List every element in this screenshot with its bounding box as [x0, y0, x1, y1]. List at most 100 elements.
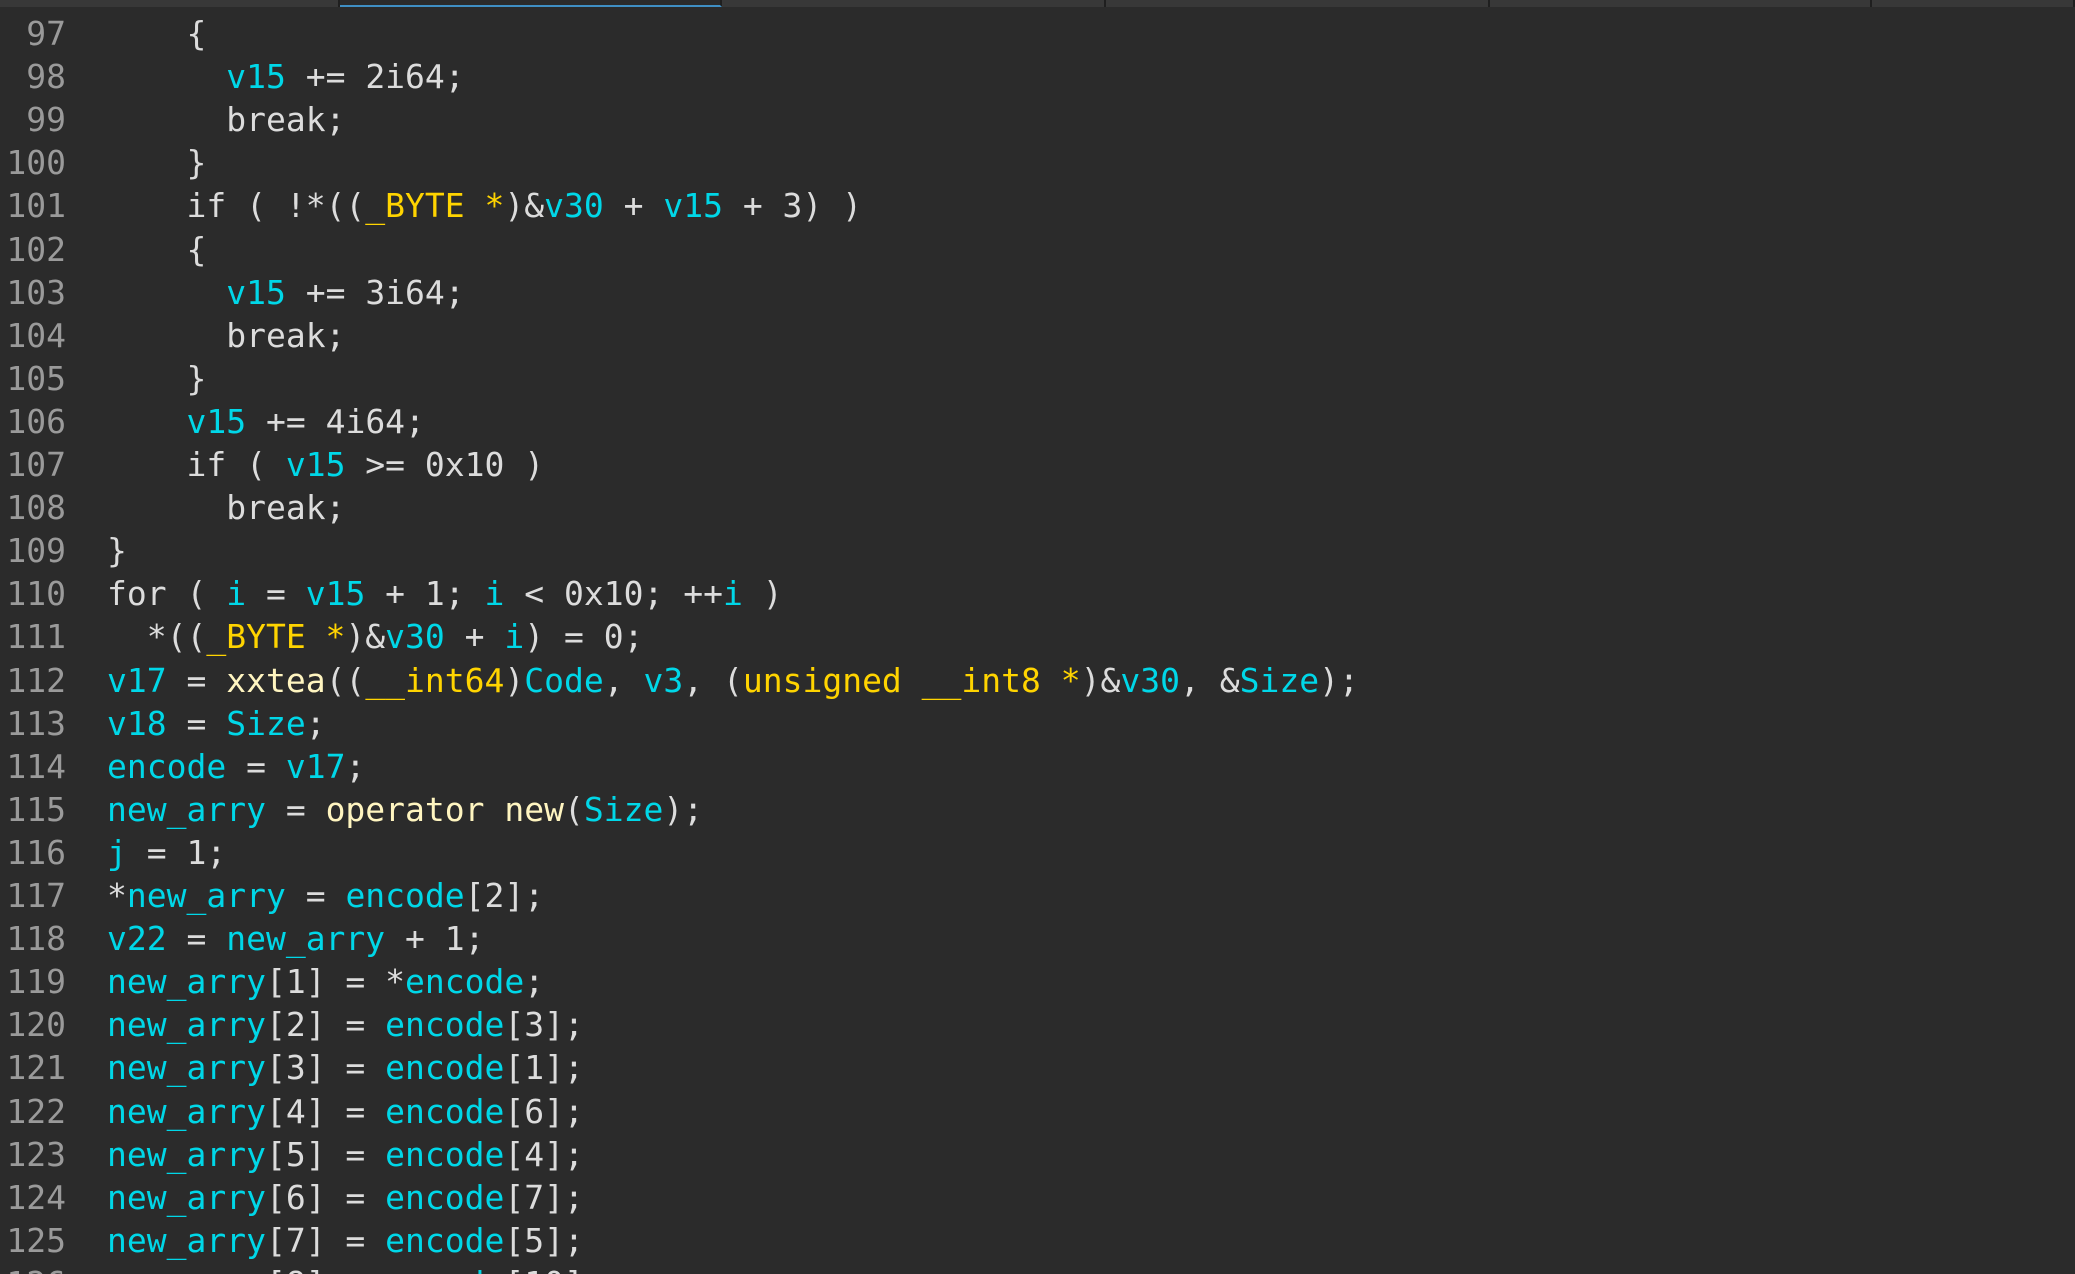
code-line[interactable]: 120 new_arry[2] = encode[3]; — [0, 1003, 2075, 1046]
identifier-token[interactable]: new_arry — [107, 1264, 266, 1274]
identifier-token[interactable]: v17 — [107, 661, 167, 700]
code-text: { — [107, 228, 206, 271]
code-line[interactable]: 109} — [0, 529, 2075, 572]
identifier-token[interactable]: Size — [1240, 661, 1319, 700]
identifier-token[interactable]: v18 — [107, 704, 167, 743]
code-token: + 3) ) — [722, 186, 863, 226]
code-line[interactable]: 104 break; — [0, 314, 2075, 357]
line-number: 109 — [6, 531, 66, 571]
identifier-token[interactable]: new_arry — [107, 1135, 266, 1174]
code-line[interactable]: 113 v18 = Size; — [0, 702, 2075, 745]
identifier-token[interactable]: v22 — [107, 919, 167, 958]
identifier-token[interactable]: new_arry — [107, 962, 266, 1001]
code-line[interactable]: 124 new_arry[6] = encode[7]; — [0, 1176, 2075, 1219]
identifier-token[interactable]: v15 — [226, 57, 286, 96]
identifier-token[interactable]: v30 — [385, 617, 445, 656]
identifier-token[interactable]: encode — [405, 962, 524, 1001]
code-line[interactable]: 126 new_arry[8] = encode[10]; — [0, 1262, 2075, 1274]
identifier-token[interactable]: new_arry — [107, 1048, 266, 1087]
function-token[interactable]: xxtea — [226, 661, 325, 700]
identifier-token[interactable]: i — [226, 574, 246, 613]
code-line[interactable]: 112 v17 = xxtea((__int64)Code, v3, (unsig… — [0, 659, 2075, 702]
code-token: if ( — [146, 445, 286, 484]
tab-1[interactable] — [0, 0, 340, 7]
line-number: 118 — [6, 919, 66, 959]
identifier-token[interactable]: new_arry — [226, 919, 385, 958]
code-line[interactable]: 97 { — [0, 12, 2075, 55]
code-line[interactable]: 99 break; — [0, 98, 2075, 141]
code-line[interactable]: 105 } — [0, 357, 2075, 400]
code-text: new_arry[6] = encode[7]; — [107, 1176, 584, 1219]
code-line[interactable]: 108 break; — [0, 486, 2075, 529]
code-line[interactable]: 111 *((_BYTE *)&v30 + i) = 0; — [0, 615, 2075, 658]
code-line[interactable]: 101 if ( !*((_BYTE *)&v30 + v15 + 3) ) — [0, 184, 2075, 227]
code-text: } — [107, 357, 206, 400]
pseudocode-editor[interactable]: 97 {98 v15 += 2i64; 99 break; 100 } 101 if … — [0, 8, 2075, 1274]
identifier-token[interactable]: encode — [385, 1092, 504, 1131]
code-line[interactable]: 98 v15 += 2i64; — [0, 55, 2075, 98]
identifier-token[interactable]: Code — [524, 661, 603, 700]
identifier-token[interactable]: i — [504, 617, 524, 656]
identifier-token[interactable]: encode — [385, 1048, 504, 1087]
identifier-token[interactable]: v3 — [644, 661, 684, 700]
code-line[interactable]: 125 new_arry[7] = encode[5]; — [0, 1219, 2075, 1262]
tab-3[interactable] — [722, 0, 1106, 7]
identifier-token[interactable]: new_arry — [107, 790, 266, 829]
identifier-token[interactable]: v15 — [663, 186, 723, 225]
tab-2[interactable] — [340, 0, 722, 7]
identifier-token[interactable]: v30 — [544, 186, 604, 225]
identifier-token[interactable]: new_arry — [107, 1221, 266, 1260]
identifier-token[interactable]: v30 — [1120, 661, 1180, 700]
identifier-token[interactable]: v17 — [286, 747, 346, 786]
identifier-token[interactable]: new_arry — [107, 1092, 266, 1131]
identifier-token[interactable]: encode — [107, 747, 226, 786]
code-token: , & — [1179, 660, 1240, 700]
code-line[interactable]: 110 for ( i = v15 + 1; i < 0x10; ++i ) — [0, 572, 2075, 615]
code-line[interactable]: 123 new_arry[5] = encode[4]; — [0, 1133, 2075, 1176]
identifier-token[interactable]: new_arry — [107, 1005, 266, 1044]
identifier-token[interactable]: j — [107, 833, 127, 872]
code-line[interactable]: 118 v22 = new_arry + 1; — [0, 917, 2075, 960]
identifier-token[interactable]: encode — [345, 876, 464, 915]
code-text: v15 += 4i64; — [107, 400, 425, 443]
identifier-token[interactable]: v15 — [286, 445, 346, 484]
code-line[interactable]: 119 new_arry[1] = *encode; — [0, 960, 2075, 1003]
identifier-token[interactable]: encode — [385, 1135, 504, 1174]
tab-5[interactable] — [1490, 0, 1872, 7]
code-line[interactable]: 116 j = 1; — [0, 831, 2075, 874]
identifier-token[interactable]: i — [485, 574, 505, 613]
code-line[interactable]: 100 } — [0, 141, 2075, 184]
code-line[interactable]: 117 *new_arry = encode[2]; — [0, 874, 2075, 917]
identifier-token[interactable]: encode — [385, 1005, 504, 1044]
identifier-token[interactable]: encode — [385, 1178, 504, 1217]
identifier-token[interactable]: Size — [226, 704, 305, 743]
line-number: 122 — [6, 1091, 66, 1131]
code-line[interactable]: 106 v15 += 4i64; — [0, 400, 2075, 443]
tab-6[interactable] — [1872, 0, 2075, 7]
identifier-token[interactable]: Size — [584, 790, 663, 829]
code-token: break; — [146, 315, 346, 355]
identifier-token[interactable]: v15 — [187, 402, 247, 441]
code-line[interactable]: 115 new_arry = operator new(Size); — [0, 788, 2075, 831]
identifier-token[interactable]: v15 — [306, 574, 366, 613]
code-token: [3] = — [265, 1048, 386, 1088]
identifier-token[interactable]: encode — [385, 1221, 504, 1260]
code-line[interactable]: 114 encode = v17; — [0, 745, 2075, 788]
code-token: [1]; — [504, 1048, 584, 1088]
code-line[interactable]: 122 new_arry[4] = encode[6]; — [0, 1090, 2075, 1133]
identifier-token[interactable]: v15 — [226, 273, 286, 312]
code-line[interactable]: 102 { — [0, 228, 2075, 271]
identifier-token[interactable]: encode — [385, 1264, 504, 1274]
code-token: (( — [325, 660, 366, 700]
identifier-token[interactable]: new_arry — [127, 876, 286, 915]
identifier-token[interactable]: new_arry — [107, 1178, 266, 1217]
function-token[interactable]: operator new — [326, 790, 564, 829]
code-text: encode = v17; — [107, 745, 365, 788]
code-line[interactable]: 121 new_arry[3] = encode[1]; — [0, 1046, 2075, 1089]
code-line[interactable]: 107 if ( v15 >= 0x10 ) — [0, 443, 2075, 486]
code-line[interactable]: 103 v15 += 3i64; — [0, 271, 2075, 314]
identifier-token[interactable]: i — [723, 574, 743, 613]
code-token: [6] = — [265, 1177, 386, 1217]
tab-4[interactable] — [1106, 0, 1490, 7]
